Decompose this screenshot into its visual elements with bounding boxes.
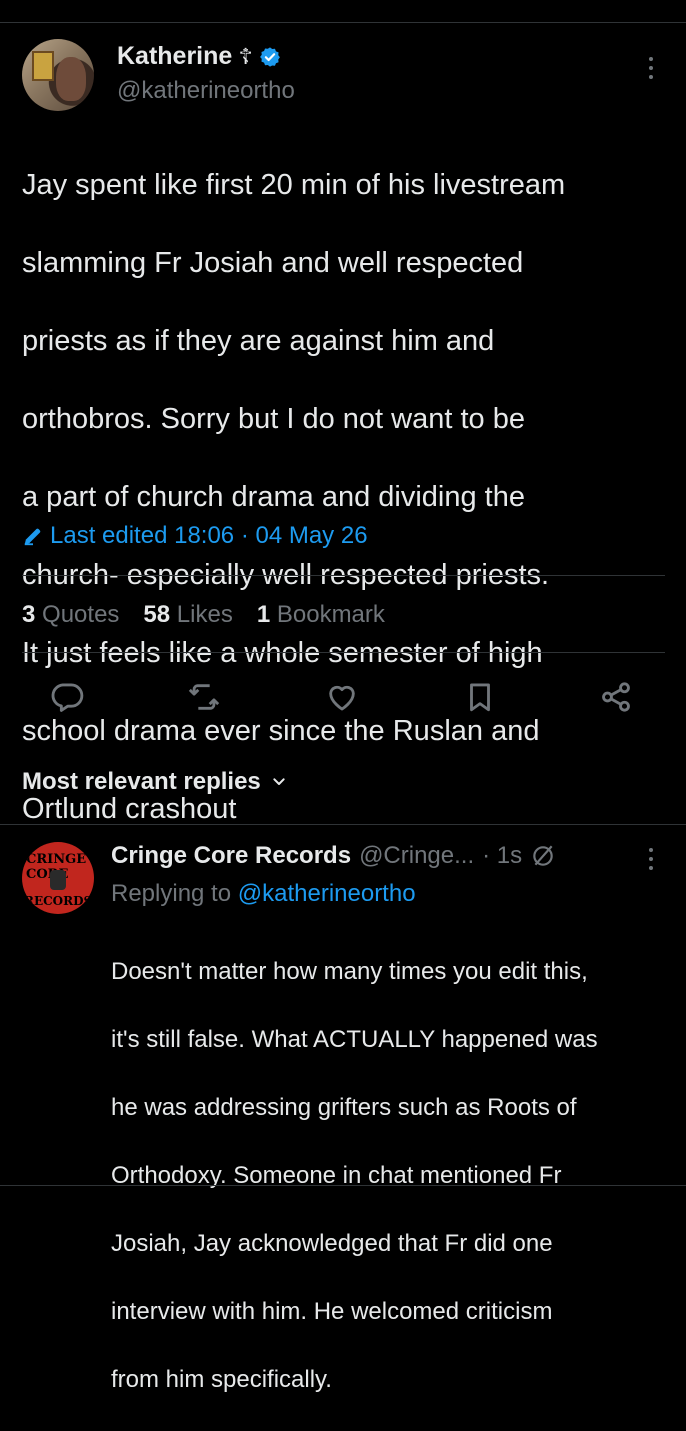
replies-sort-dropdown[interactable]: Most relevant replies <box>22 768 287 796</box>
top-divider <box>0 22 686 23</box>
author-display-name[interactable]: Katherine <box>117 42 232 71</box>
post-line: Jay spent like first 20 min of his lives… <box>22 169 566 201</box>
post-body: Jay spent like first 20 min of his lives… <box>22 127 667 868</box>
likes-label: Likes <box>176 601 233 628</box>
engagement-stats: 3 Quotes 58 Likes 1 Bookmark <box>22 601 385 629</box>
repost-icon[interactable] <box>187 680 221 714</box>
quotes-stat[interactable]: 3 Quotes <box>22 601 119 629</box>
replying-prefix: Replying to <box>111 880 232 907</box>
reply-icon[interactable] <box>50 680 84 714</box>
replying-to: Replying to @katherineortho <box>111 880 416 908</box>
stats-divider-bottom <box>22 652 665 653</box>
bottom-divider <box>0 1185 686 1186</box>
reply-line: Orthodoxy. Someone in chat mentioned Fr <box>111 1162 562 1189</box>
stats-divider-top <box>22 575 665 576</box>
edit-pencil-icon <box>24 528 41 546</box>
replies-divider <box>0 824 686 825</box>
avatar-logo-figure <box>50 870 66 890</box>
chevron-down-icon <box>273 778 285 785</box>
bookmarks-label: Bookmark <box>276 601 385 628</box>
replies-sort-label: Most relevant replies <box>22 768 261 795</box>
reply-line: from him specifically. <box>111 1366 332 1393</box>
quotes-label: Quotes <box>42 601 120 628</box>
likes-count: 58 <box>143 601 171 628</box>
orthodox-cross-icon: ☦ <box>238 43 253 69</box>
more-options-icon[interactable] <box>647 57 655 79</box>
icon-painting <box>32 51 54 81</box>
avatar-logo-bottom-text: RECORDS <box>24 894 93 908</box>
likes-stat[interactable]: 58 Likes <box>143 601 232 629</box>
post-line: orthobros. Sorry but I do not want to be <box>22 403 525 435</box>
slashed-circle-icon <box>533 845 553 866</box>
reply-line: it's still false. What ACTUALLY happened… <box>111 1026 598 1053</box>
verified-badge-icon <box>259 46 280 67</box>
post-line: slamming Fr Josiah and well respected <box>22 247 524 279</box>
reply-author-handle[interactable]: @Cringe... <box>359 842 474 870</box>
like-icon[interactable] <box>325 680 359 714</box>
quotes-count: 3 <box>22 601 36 628</box>
post-line: priests as if they are against him and <box>22 325 495 357</box>
replying-mention-link[interactable]: @katherineortho <box>238 880 416 907</box>
bookmarks-stat[interactable]: 1 Bookmark <box>257 601 385 629</box>
reply-author-avatar[interactable]: CRINGE CORE RECORDS <box>22 842 94 914</box>
author-avatar[interactable] <box>22 39 94 111</box>
reply-line: he was addressing grifters such as Roots… <box>111 1094 577 1121</box>
reply-line: interview with him. He welcomed criticis… <box>111 1298 553 1325</box>
avatar-person <box>56 57 86 101</box>
share-icon[interactable] <box>599 680 633 714</box>
reply-more-options-icon[interactable] <box>647 848 655 870</box>
bookmarks-count: 1 <box>256 601 271 628</box>
reply-author-name[interactable]: Cringe Core Records <box>111 842 351 870</box>
post-line: a part of church drama and dividing the <box>22 481 525 513</box>
author-handle[interactable]: @katherineortho <box>117 77 295 105</box>
reply-line: Doesn't matter how many times you edit t… <box>111 958 588 985</box>
bookmark-icon[interactable] <box>463 680 497 714</box>
last-edited-link[interactable]: Last edited 18:06 · 04 May 26 <box>22 522 368 550</box>
post-line: school drama ever since the Ruslan and <box>22 715 540 747</box>
reply-line: Josiah, Jay acknowledged that Fr did one <box>111 1230 553 1257</box>
author-name-row: Katherine ☦ <box>117 42 281 71</box>
post-line: It just feels like a whole semester of h… <box>22 637 543 669</box>
reply-header: Cringe Core Records @Cringe... · 1s <box>111 842 556 870</box>
reply-timestamp[interactable]: · 1s <box>482 842 522 870</box>
last-edited-text: Last edited 18:06 · 04 May 26 <box>50 522 368 549</box>
reply-body: Doesn't matter how many times you edit t… <box>111 921 671 1431</box>
